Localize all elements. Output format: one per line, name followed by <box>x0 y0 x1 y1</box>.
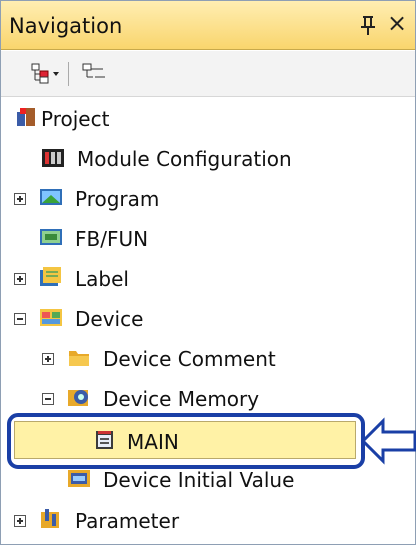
callout-annotation <box>7 413 416 469</box>
navigation-panel: Navigation × Project Module Configuratio… <box>0 0 416 545</box>
callout-arrow-icon <box>360 417 416 465</box>
